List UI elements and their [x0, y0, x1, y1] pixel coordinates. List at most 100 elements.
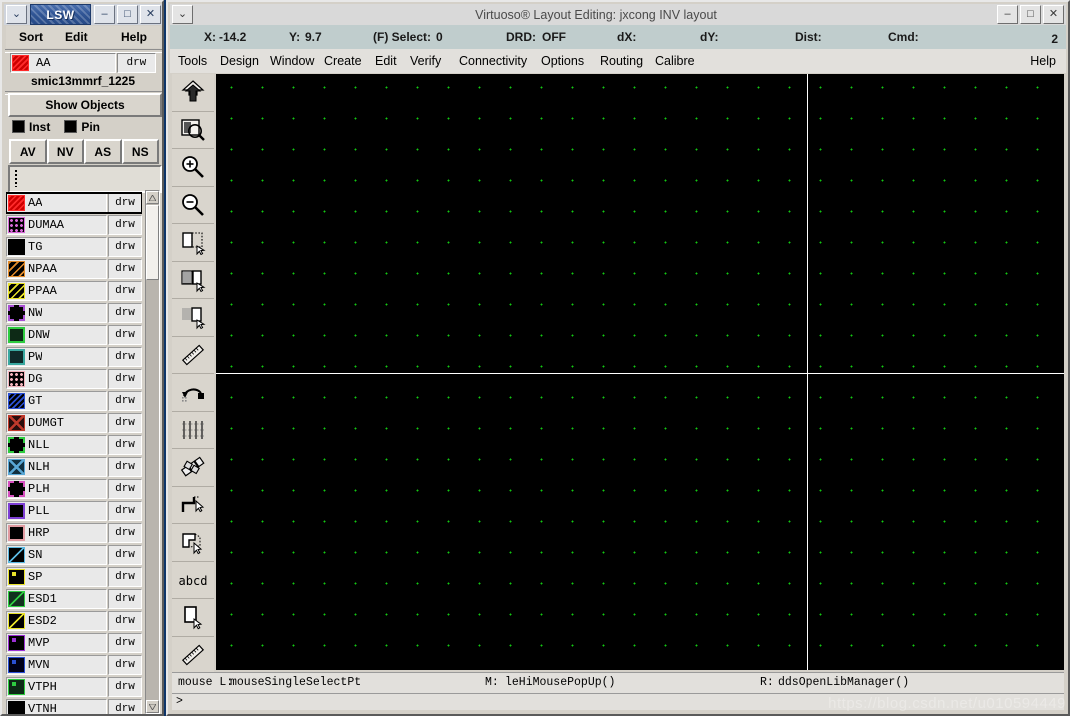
- command-input[interactable]: >: [172, 693, 1064, 710]
- all-visible-button[interactable]: AV: [9, 139, 47, 164]
- layer-name-cell[interactable]: PW: [6, 347, 107, 367]
- layer-purpose-cell[interactable]: drw: [108, 567, 142, 587]
- layer-list[interactable]: AA drw DUMAA drw TG drw NPAA drw PPAA drw NW drw DNW…: [6, 192, 142, 714]
- zoom-in-icon[interactable]: [172, 149, 214, 187]
- layer-purpose-cell[interactable]: drw: [108, 325, 142, 345]
- rectangle-icon[interactable]: [172, 599, 214, 637]
- lsw-maximize-icon[interactable]: □: [117, 5, 138, 24]
- stretch-icon[interactable]: [172, 224, 214, 262]
- layer-row-esd1[interactable]: ESD1 drw: [6, 588, 142, 610]
- layer-row-nll[interactable]: NLL drw: [6, 434, 142, 456]
- menu-routing[interactable]: Routing: [600, 54, 643, 68]
- virtuoso-window-menu-icon[interactable]: ⌄: [172, 5, 193, 24]
- layer-purpose-cell[interactable]: drw: [108, 347, 142, 367]
- menu-options[interactable]: Options: [541, 54, 584, 68]
- align-icon[interactable]: [172, 411, 214, 449]
- layer-purpose-cell[interactable]: drw: [108, 193, 142, 213]
- layer-purpose-cell[interactable]: drw: [108, 215, 142, 235]
- lsw-menu-help[interactable]: Help: [121, 30, 147, 44]
- menu-connectivity[interactable]: Connectivity: [459, 54, 527, 68]
- lsw-window-menu-icon[interactable]: ⌄: [6, 5, 27, 24]
- layer-row-dnw[interactable]: DNW drw: [6, 324, 142, 346]
- layer-row-dumgt[interactable]: DUMGT drw: [6, 412, 142, 434]
- layer-purpose-cell[interactable]: drw: [108, 281, 142, 301]
- object-toggle-inst[interactable]: Inst: [12, 120, 50, 134]
- lsw-menu-sort[interactable]: Sort: [19, 30, 43, 44]
- layer-row-nw[interactable]: NW drw: [6, 302, 142, 324]
- layer-purpose-cell[interactable]: drw: [108, 237, 142, 257]
- layer-row-pw[interactable]: PW drw: [6, 346, 142, 368]
- layer-row-gt[interactable]: GT drw: [6, 390, 142, 412]
- layer-row-aa[interactable]: AA drw: [6, 192, 142, 214]
- layer-name-cell[interactable]: DNW: [6, 325, 107, 345]
- layer-row-sn[interactable]: SN drw: [6, 544, 142, 566]
- none-selectable-button[interactable]: NS: [121, 139, 159, 164]
- label-icon[interactable]: [abcd]: [172, 561, 214, 599]
- layer-name-cell[interactable]: ESD1: [6, 589, 107, 609]
- polygon-icon[interactable]: [172, 524, 214, 562]
- none-visible-button[interactable]: NV: [46, 139, 84, 164]
- scroll-down-icon[interactable]: [146, 700, 159, 713]
- layer-row-dumaa[interactable]: DUMAA drw: [6, 214, 142, 236]
- layer-name-cell[interactable]: AA: [6, 193, 107, 213]
- layer-purpose-cell[interactable]: drw: [108, 545, 142, 565]
- layer-row-npaa[interactable]: NPAA drw: [6, 258, 142, 280]
- layer-purpose-cell[interactable]: drw: [108, 523, 142, 543]
- layer-row-sp[interactable]: SP drw: [6, 566, 142, 588]
- layer-row-esd2[interactable]: ESD2 drw: [6, 610, 142, 632]
- object-toggle-pin[interactable]: Pin: [64, 120, 100, 134]
- layer-row-tg[interactable]: TG drw: [6, 236, 142, 258]
- purpose-filter-box[interactable]: [8, 165, 162, 193]
- chop-icon[interactable]: [172, 449, 214, 487]
- ruler-icon[interactable]: [172, 336, 214, 374]
- layer-name-cell[interactable]: DG: [6, 369, 107, 389]
- virtuoso-minimize-icon[interactable]: –: [997, 5, 1018, 24]
- menu-help[interactable]: Help: [1030, 54, 1056, 68]
- layer-row-nlh[interactable]: NLH drw: [6, 456, 142, 478]
- layer-row-plh[interactable]: PLH drw: [6, 478, 142, 500]
- lsw-minimize-icon[interactable]: –: [94, 5, 115, 24]
- menu-verify[interactable]: Verify: [410, 54, 441, 68]
- layer-name-cell[interactable]: DUMGT: [6, 413, 107, 433]
- layer-name-cell[interactable]: ESD2: [6, 611, 107, 631]
- menu-calibre[interactable]: Calibre: [655, 54, 695, 68]
- layer-purpose-cell[interactable]: drw: [108, 303, 142, 323]
- layer-row-mvn[interactable]: MVN drw: [6, 654, 142, 676]
- virtuoso-close-icon[interactable]: ✕: [1043, 5, 1064, 24]
- layer-name-cell[interactable]: VTPH: [6, 677, 107, 697]
- scrollbar-thumb[interactable]: [146, 205, 159, 280]
- zoom-fit-icon[interactable]: [172, 111, 214, 149]
- lsw-close-icon[interactable]: ✕: [140, 5, 161, 24]
- current-layer-display[interactable]: AA drw: [10, 53, 156, 73]
- undo-icon[interactable]: [172, 374, 214, 412]
- layer-purpose-cell[interactable]: drw: [108, 501, 142, 521]
- menu-create[interactable]: Create: [324, 54, 362, 68]
- layer-purpose-cell[interactable]: drw: [108, 699, 142, 714]
- show-objects-button[interactable]: Show Objects: [8, 93, 162, 117]
- layer-purpose-cell[interactable]: drw: [108, 413, 142, 433]
- layer-purpose-cell[interactable]: drw: [108, 391, 142, 411]
- layer-row-mvp[interactable]: MVP drw: [6, 632, 142, 654]
- layer-name-cell[interactable]: NLH: [6, 457, 107, 477]
- menu-window[interactable]: Window: [270, 54, 314, 68]
- layer-purpose-cell[interactable]: drw: [108, 479, 142, 499]
- layer-row-pll[interactable]: PLL drw: [6, 500, 142, 522]
- layer-name-cell[interactable]: SP: [6, 567, 107, 587]
- path-icon[interactable]: [172, 486, 214, 524]
- layer-purpose-cell[interactable]: drw: [108, 633, 142, 653]
- layer-row-vtph[interactable]: VTPH drw: [6, 676, 142, 698]
- layer-name-cell[interactable]: VTNH: [6, 699, 107, 714]
- layer-purpose-cell[interactable]: drw: [108, 677, 142, 697]
- layer-purpose-cell[interactable]: drw: [108, 369, 142, 389]
- layer-name-cell[interactable]: NLL: [6, 435, 107, 455]
- layer-row-hrp[interactable]: HRP drw: [6, 522, 142, 544]
- layer-name-cell[interactable]: TG: [6, 237, 107, 257]
- layout-canvas[interactable]: [216, 74, 1064, 670]
- all-selectable-button[interactable]: AS: [84, 139, 122, 164]
- copy-icon[interactable]: [172, 261, 214, 299]
- layer-name-cell[interactable]: HRP: [6, 523, 107, 543]
- zoom-out-icon[interactable]: [172, 186, 214, 224]
- layer-name-cell[interactable]: NPAA: [6, 259, 107, 279]
- layer-list-scrollbar[interactable]: [145, 190, 160, 714]
- lsw-menu-edit[interactable]: Edit: [65, 30, 88, 44]
